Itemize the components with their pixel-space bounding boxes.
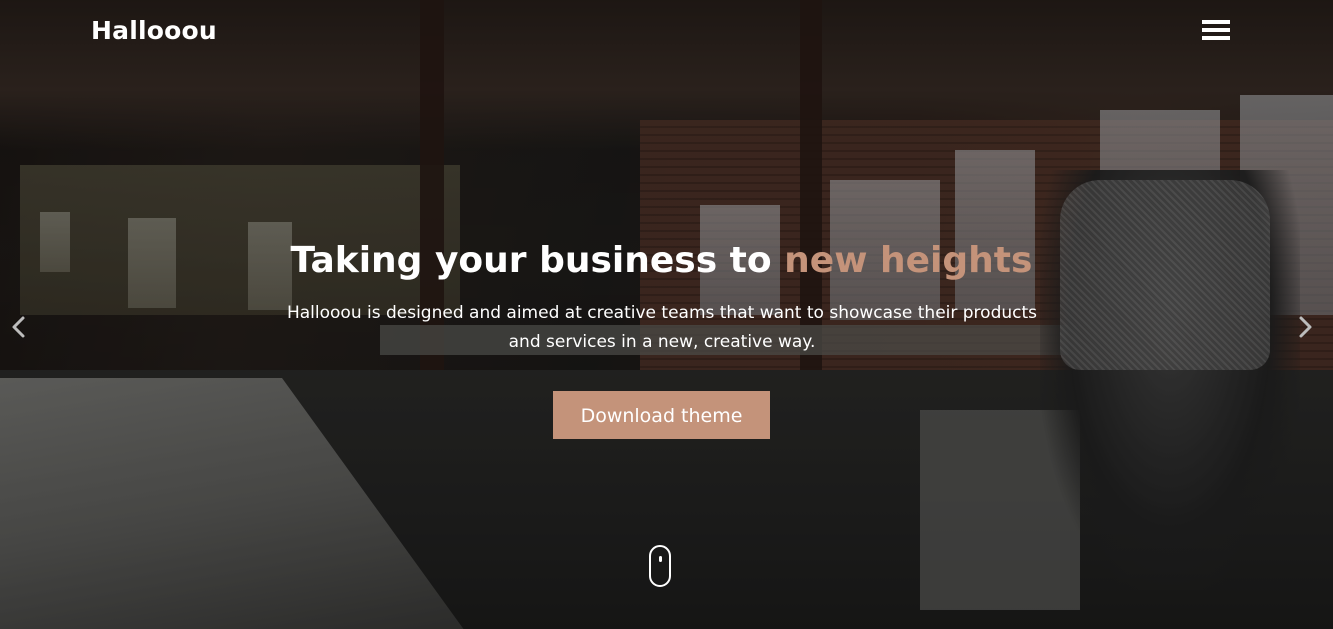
download-theme-button[interactable]: Download theme bbox=[553, 391, 770, 439]
background-desk bbox=[0, 378, 470, 629]
hero-section: Hallooou Taking your business to new hei… bbox=[0, 0, 1333, 629]
background-window bbox=[1240, 95, 1333, 315]
background-pillar bbox=[420, 0, 444, 420]
carousel-prev-button[interactable] bbox=[7, 312, 31, 342]
headline-main: Taking your business to bbox=[290, 240, 772, 281]
carousel-next-button[interactable] bbox=[1293, 312, 1317, 342]
background-cabinet bbox=[920, 410, 1080, 610]
mouse-wheel bbox=[659, 556, 662, 562]
menu-bar bbox=[1202, 28, 1230, 32]
hero-headline: Taking your business to new heights bbox=[0, 240, 1323, 281]
hero-subtitle: Hallooou is designed and aimed at creati… bbox=[286, 303, 1038, 352]
chevron-right-icon bbox=[1299, 316, 1312, 338]
menu-bar bbox=[1202, 36, 1230, 40]
menu-bar bbox=[1202, 20, 1230, 24]
brand-logo[interactable]: Hallooou bbox=[91, 16, 217, 45]
hamburger-menu-icon[interactable] bbox=[1202, 20, 1232, 42]
background-window bbox=[955, 150, 1035, 310]
mouse-scroll-icon[interactable] bbox=[649, 545, 671, 587]
chevron-left-icon bbox=[12, 316, 25, 338]
headline-accent: new heights bbox=[784, 240, 1033, 281]
